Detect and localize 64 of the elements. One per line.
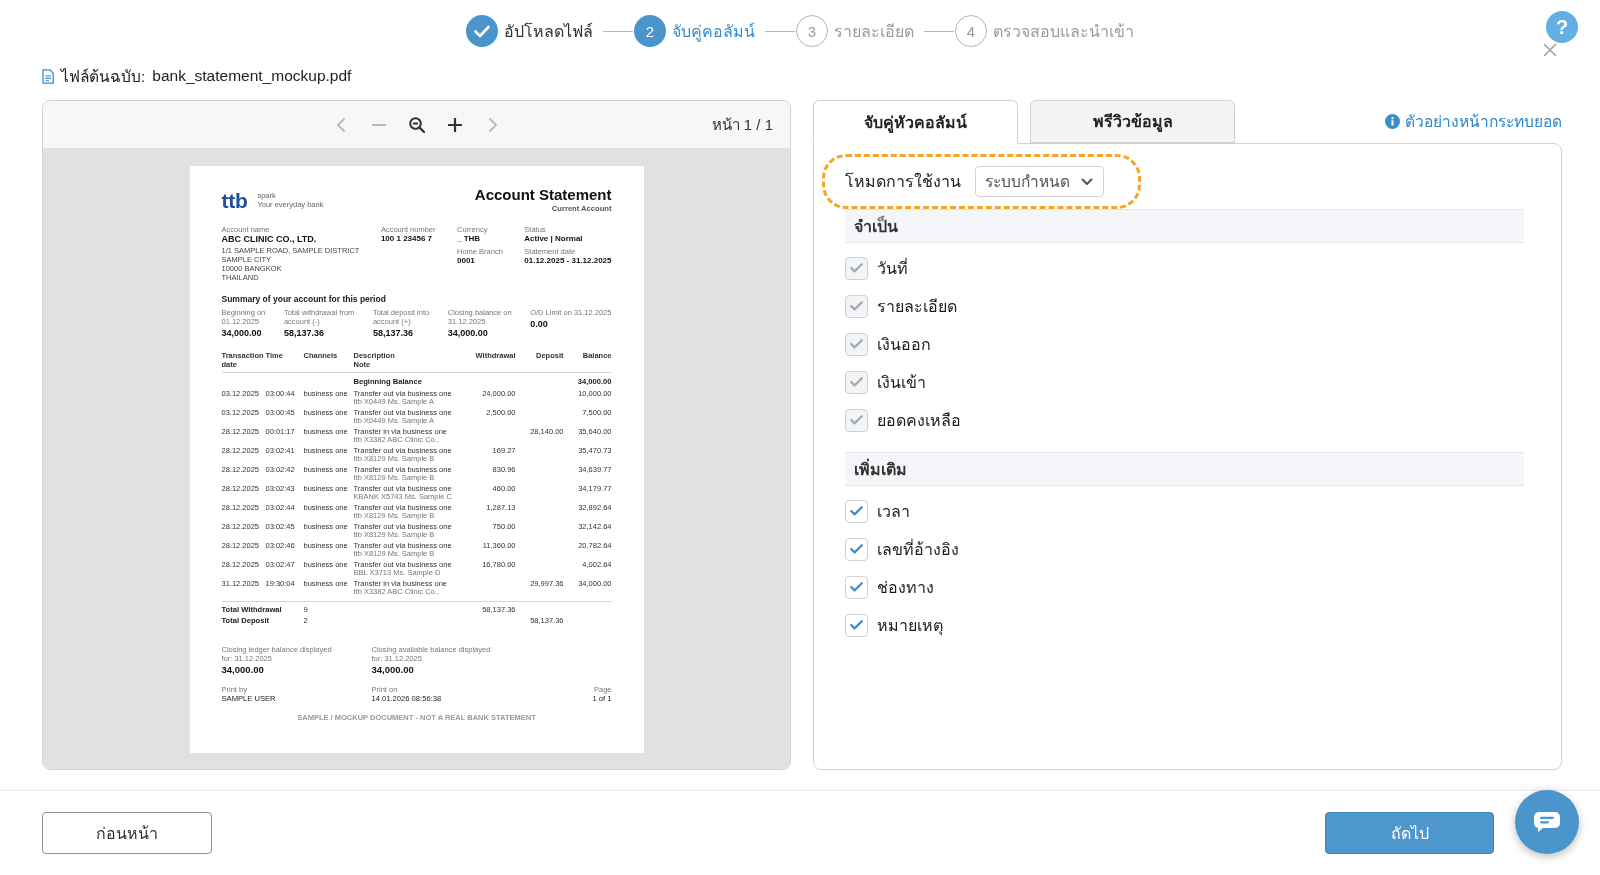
document-icon (42, 68, 54, 84)
summary-value: 58,137.36 (283, 327, 324, 339)
step-label: จับคู่คอลัมน์ (672, 21, 755, 44)
section-title: Summary of your account for this period (221, 293, 386, 305)
chevron-down-icon (1081, 177, 1093, 186)
example-link[interactable]: ตัวอย่างหน้ากระทบยอด (1385, 109, 1562, 134)
document-title: Account Statement (474, 185, 612, 203)
step-label: รายละเอียด (834, 21, 914, 42)
balance-value: 34,000.00 (221, 663, 264, 676)
summary-value: 0.00 (530, 318, 548, 330)
checkbox-label: หมายเหตุ (877, 615, 943, 638)
field-value: ABC CLINIC CO., LTD. (221, 233, 317, 245)
field-value: _ THB (457, 233, 481, 244)
checkbox-label: เงินออก (877, 334, 931, 355)
checkmark-icon (850, 582, 863, 592)
checkmark-icon (850, 377, 863, 387)
step-label: ตรวจสอบและนำเข้า (993, 21, 1134, 42)
checkmark-icon (850, 544, 863, 554)
checkmark-icon (850, 620, 863, 630)
section-header: จำเป็น (845, 209, 1524, 243)
checkbox-label: เงินเข้า (877, 372, 926, 393)
checkbox-label: ช่องทาง (877, 577, 934, 598)
summary-value: 58,137.36 (372, 327, 413, 339)
checkbox[interactable] (845, 613, 868, 637)
close-icon[interactable] (1543, 43, 1557, 57)
mode-label: โหมดการใช้งาน (845, 171, 961, 192)
summary-value: 34,000.00 (221, 327, 262, 339)
field-value: 0001 (457, 255, 475, 266)
field-value: 100 1 23456 7 (380, 233, 433, 244)
summary-value: 34,000.00 (447, 327, 488, 339)
tab[interactable]: พรีวิวข้อมูล (1030, 100, 1235, 143)
back-button[interactable]: ก่อนหน้า (42, 812, 212, 854)
chat-icon (1534, 812, 1560, 832)
page-indicator: หน้า 1 / 1 (711, 114, 773, 135)
chat-button[interactable] (1515, 790, 1579, 854)
checkmark-icon (850, 339, 863, 349)
bank-logo: ttb (221, 189, 248, 211)
checkbox[interactable] (845, 575, 868, 599)
info-icon (1385, 114, 1400, 129)
step-number: 2 (634, 15, 666, 47)
zoom-out-icon[interactable] (408, 116, 425, 133)
checkmark-icon (850, 506, 863, 516)
plus-icon[interactable] (447, 117, 462, 132)
checkbox-label: เลขที่อ้างอิง (877, 538, 959, 560)
section-header: เพิ่มเติม (845, 452, 1524, 486)
field-value: 01.12.2025 - 31.12.2025 (524, 255, 612, 266)
balance-value: 34,000.00 (371, 663, 414, 676)
file-name: bank_statement_mockup.pdf (152, 67, 352, 85)
tab[interactable]: จับคู่หัวคอลัมน์ (813, 100, 1018, 144)
mode-select[interactable]: ระบบกำหนด (975, 166, 1104, 197)
checkmark-icon (850, 415, 863, 425)
field-value: Active | Normal (524, 233, 583, 244)
checkbox-label: วันที่ (877, 257, 908, 279)
step-number: 3 (796, 15, 828, 47)
step-label: อัปโหลดไฟล์ (504, 21, 593, 42)
checkmark-icon (850, 263, 863, 273)
checkbox-label: ยอดคงเหลือ (877, 410, 961, 431)
file-label: ไฟล์ต้นฉบับ: (61, 66, 146, 87)
checkbox[interactable] (845, 499, 868, 523)
checkbox[interactable] (845, 537, 868, 561)
checkmark-icon (850, 301, 863, 311)
checkbox-label: เวลา (877, 501, 910, 522)
checkbox-label: รายละเอียด (877, 296, 957, 317)
step-number: 4 (955, 15, 987, 47)
